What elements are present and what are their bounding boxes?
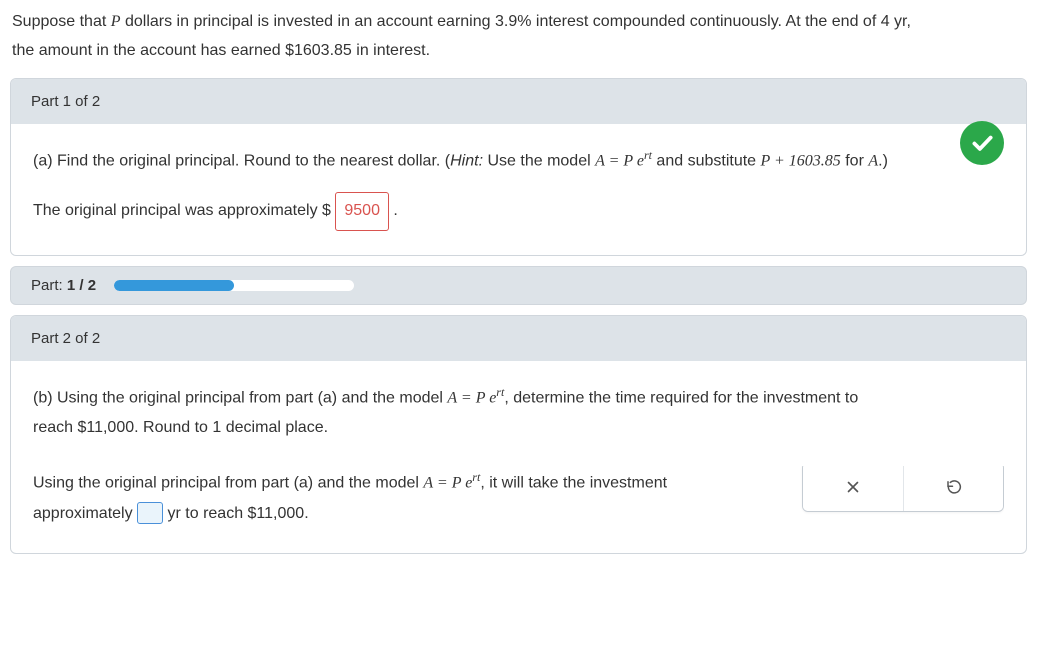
undo-icon [945, 478, 963, 496]
target-amount: $11,000 [248, 505, 305, 522]
text: The original principal was approximately… [33, 202, 331, 219]
part-1-answer-line: The original principal was approximately… [33, 192, 1004, 230]
text: (a) Find the original principal. Round t… [33, 152, 450, 169]
text: Part: [31, 277, 67, 294]
target-amount: $11,000 [77, 419, 134, 436]
var-p: P [111, 13, 121, 30]
progress-bar [114, 280, 354, 291]
reset-button[interactable] [903, 466, 1003, 511]
text: .) [878, 152, 888, 169]
text: decimal place. [221, 419, 328, 436]
part-1-question: (a) Find the original principal. Round t… [33, 144, 1004, 177]
part-2-section: Part 2 of 2 (b) Using the original princ… [10, 315, 1027, 554]
progress-value: 1 / 2 [67, 277, 96, 294]
part-2-body: (b) Using the original principal from pa… [11, 361, 1026, 553]
text: and substitute [652, 152, 761, 169]
progress-row: Part: 1 / 2 [10, 266, 1027, 305]
hint-label: Hint: [450, 152, 483, 169]
model-formula: A = P e [447, 389, 496, 406]
text: (b) Using the original principal from pa… [33, 389, 447, 406]
part-2-question: (b) Using the original principal from pa… [33, 381, 1004, 444]
text: interest compounded continuously. At the… [531, 13, 880, 30]
part-2-answer-block: Using the original principal from part (… [33, 466, 1004, 529]
part-1-header: Part 1 of 2 [11, 79, 1026, 124]
correct-badge [960, 121, 1004, 165]
text: dollars in principal is invested in an a… [121, 13, 495, 30]
progress-fill [114, 280, 234, 291]
text: . [304, 505, 308, 522]
text: , determine the time required for the in… [504, 389, 858, 406]
part-2-label: Part 2 of 2 [31, 330, 100, 347]
text: Use the model [483, 152, 595, 169]
var-a: A [868, 152, 878, 169]
text: for [841, 152, 869, 169]
interest-value: $1603.85 [285, 42, 352, 59]
model-formula: A = P e [595, 152, 644, 169]
action-button-group [802, 466, 1004, 512]
text: . Round to [134, 419, 212, 436]
rate-value: 3.9% [495, 13, 531, 30]
text: , it will take the investment [480, 474, 667, 491]
substitution: P + 1603.85 [761, 152, 841, 169]
answer-box-part1[interactable]: 9500 [335, 192, 389, 230]
model-formula: A = P e [423, 474, 472, 491]
check-icon [969, 130, 995, 156]
text: reach [33, 419, 77, 436]
problem-statement: Suppose that P dollars in principal is i… [8, 8, 1029, 66]
text: Using the original principal from part (… [33, 474, 423, 491]
text: yr to reach [168, 505, 248, 522]
model-exponent: rt [644, 148, 652, 162]
part-1-body: (a) Find the original principal. Round t… [11, 124, 1026, 255]
text: the amount in the account has earned [12, 42, 285, 59]
years-value: 4 [881, 13, 890, 30]
text: approximately [33, 505, 137, 522]
text: in interest. [352, 42, 430, 59]
decimal-places: 1 [212, 419, 221, 436]
text: yr, [890, 13, 911, 30]
progress-label: Part: 1 / 2 [31, 277, 96, 294]
text: . [393, 202, 397, 219]
answer-input-part2[interactable] [137, 502, 163, 524]
part-1-section: Part 1 of 2 (a) Find the original princi… [10, 78, 1027, 256]
part-1-label: Part 1 of 2 [31, 93, 100, 110]
close-icon [844, 478, 862, 496]
part-2-header: Part 2 of 2 [11, 316, 1026, 361]
clear-button[interactable] [803, 466, 903, 511]
text: Suppose that [12, 13, 111, 30]
